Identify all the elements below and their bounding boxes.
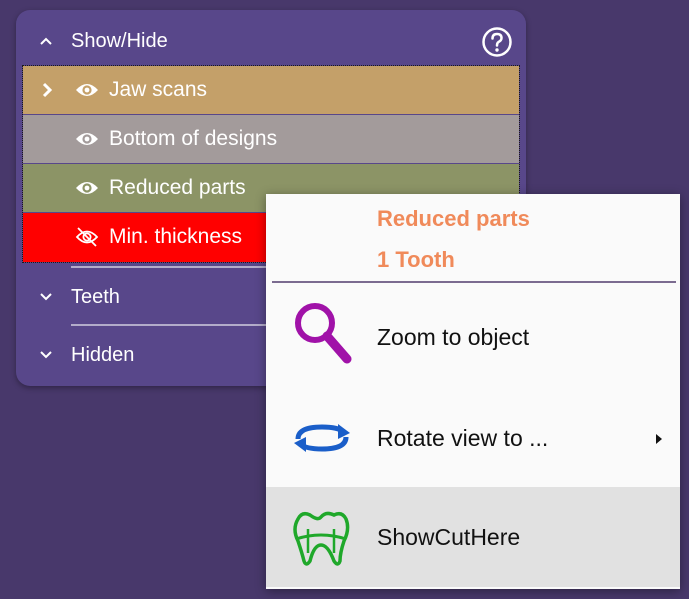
menu-item-zoom-to-object[interactable]: Zoom to object — [266, 287, 680, 387]
menu-item-rotate-view[interactable]: Rotate view to ... — [266, 387, 680, 487]
menu-item-show-cut-here[interactable]: ShowCutHere — [266, 487, 680, 587]
chevron-up-icon — [40, 37, 52, 45]
menu-item-label: Rotate view to ... — [377, 425, 549, 451]
layer-label: Jaw scans — [109, 78, 208, 101]
layer-row-bottom-of-designs[interactable]: Bottom of designs — [23, 115, 519, 163]
magnifier-icon — [295, 303, 352, 364]
eye-off-icon[interactable] — [75, 227, 99, 247]
context-menu: Reduced parts 1 Tooth Zoom to object Rot… — [266, 194, 680, 589]
rotate-icon — [294, 424, 350, 452]
show-hide-title: Show/Hide — [71, 30, 168, 52]
show-hide-header[interactable]: Show/Hide — [16, 24, 526, 60]
layer-row-jaw-scans[interactable]: Jaw scans — [23, 66, 519, 114]
menu-item-label: ShowCutHere — [377, 524, 521, 550]
layer-label: Min. thickness — [109, 225, 243, 248]
section-label: Hidden — [71, 344, 135, 366]
menu-title: Reduced parts — [377, 206, 530, 231]
chevron-right-icon[interactable] — [41, 81, 53, 99]
help-circle-icon[interactable] — [481, 26, 513, 58]
eye-icon[interactable] — [75, 178, 99, 198]
menu-separator — [272, 281, 676, 283]
layer-label: Reduced parts — [109, 176, 246, 199]
submenu-arrow-icon — [656, 434, 662, 444]
menu-subtitle: 1 Tooth — [377, 247, 455, 272]
eye-icon[interactable] — [75, 129, 99, 149]
eye-icon[interactable] — [75, 80, 99, 100]
tooth-cut-icon — [293, 511, 350, 566]
chevron-down-icon — [40, 351, 52, 359]
chevron-down-icon — [40, 293, 52, 301]
menu-item-label: Zoom to object — [377, 324, 530, 350]
layer-label: Bottom of designs — [109, 127, 278, 150]
section-label: Teeth — [71, 286, 120, 308]
